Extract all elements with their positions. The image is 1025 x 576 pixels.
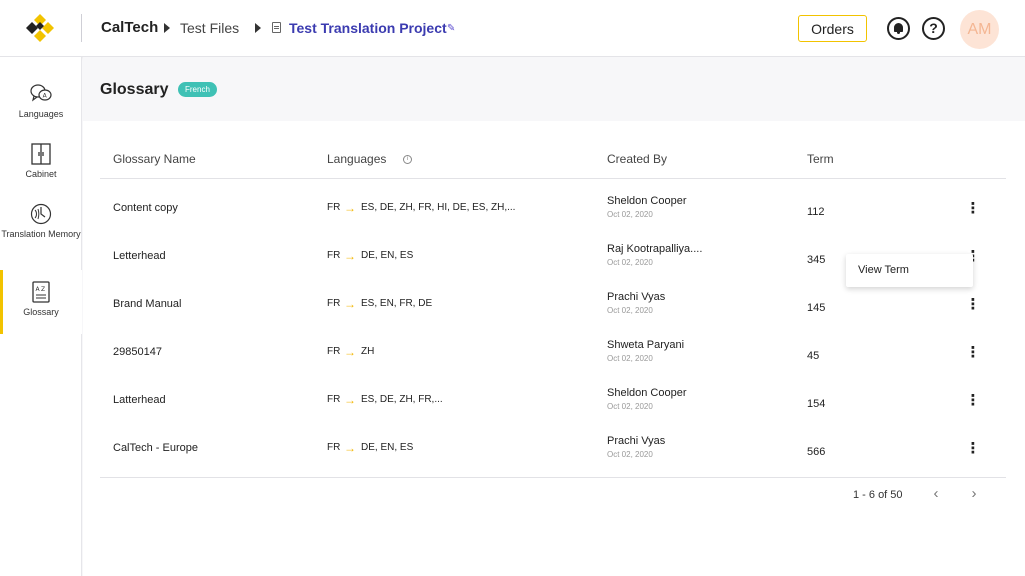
term-count: 112 bbox=[807, 206, 825, 218]
more-options-icon[interactable]: ⋮ bbox=[963, 392, 983, 412]
glossary-name: Brand Manual bbox=[113, 298, 182, 310]
sidebar-item-label: Translation Memory bbox=[1, 229, 81, 239]
more-options-icon[interactable]: ⋮ bbox=[963, 344, 983, 364]
chevron-left-icon[interactable]: ‹ bbox=[928, 486, 944, 504]
source-language: FR bbox=[327, 346, 341, 357]
target-languages: ES, EN, FR, DE bbox=[361, 298, 433, 309]
sidebar-item-label: Glossary bbox=[23, 307, 59, 317]
glossary-name: CalTech - Europe bbox=[113, 442, 198, 454]
translation-memory-icon bbox=[30, 203, 52, 225]
table-row[interactable]: Brand Manual FR → ES, EN, FR, DE Prachi … bbox=[100, 282, 1006, 330]
table-row[interactable]: Content copy FR → ES, DE, ZH, FR, HI, DE… bbox=[100, 186, 1006, 234]
glossary-name: Letterhead bbox=[113, 250, 166, 262]
sidebar-item-translation-memory[interactable]: Translation Memory bbox=[0, 202, 82, 239]
column-header-glossary-name[interactable]: Glossary Name bbox=[113, 152, 196, 166]
column-header-languages[interactable]: Languages bbox=[327, 152, 386, 166]
glossary-name: 29850147 bbox=[113, 346, 162, 358]
row-context-menu: View Term bbox=[846, 254, 973, 287]
glossary-name: Content copy bbox=[113, 202, 178, 214]
caret-right-icon bbox=[164, 23, 170, 33]
created-date: Oct 02, 2020 bbox=[607, 354, 653, 363]
source-language: FR bbox=[327, 250, 341, 261]
page-header bbox=[83, 57, 1025, 121]
breadcrumb-root[interactable]: CalTech bbox=[101, 19, 158, 37]
term-count: 154 bbox=[807, 398, 826, 410]
arrow-right-icon: → bbox=[344, 393, 356, 407]
created-by-name: Shweta Paryani bbox=[607, 339, 685, 351]
target-languages: ES, DE, ZH, FR,... bbox=[361, 394, 443, 405]
svg-text:A: A bbox=[36, 286, 41, 293]
languages-icon: A bbox=[30, 84, 52, 102]
sidebar-item-languages[interactable]: A Languages bbox=[0, 82, 82, 119]
svg-text:Z: Z bbox=[41, 286, 45, 293]
sidebar-item-label: Languages bbox=[18, 109, 64, 119]
term-count: 145 bbox=[807, 302, 826, 314]
target-languages: DE, EN, ES bbox=[361, 442, 414, 453]
source-language: FR bbox=[327, 202, 341, 213]
sidebar-item-cabinet[interactable]: Cabinet bbox=[0, 142, 82, 179]
target-languages: DE, EN, ES bbox=[361, 250, 414, 261]
header-divider bbox=[81, 14, 82, 42]
arrow-right-icon: → bbox=[344, 441, 356, 455]
view-term-menu-item[interactable]: View Term bbox=[858, 264, 909, 276]
created-date: Oct 02, 2020 bbox=[607, 450, 653, 459]
document-icon bbox=[272, 22, 281, 33]
term-count: 45 bbox=[807, 350, 820, 362]
source-language: FR bbox=[327, 298, 341, 309]
language-badge: French bbox=[178, 82, 217, 97]
created-date: Oct 02, 2020 bbox=[607, 210, 653, 219]
top-bar: CalTech Test Files Test Translation Proj… bbox=[0, 0, 1025, 57]
target-languages: ES, DE, ZH, FR, HI, DE, ES, ZH,... bbox=[361, 202, 516, 213]
created-by-name: Prachi Vyas bbox=[607, 435, 666, 447]
sidebar-item-label: Cabinet bbox=[25, 169, 57, 179]
created-date: Oct 02, 2020 bbox=[607, 258, 653, 267]
breadcrumb-project[interactable]: Test Translation Project bbox=[289, 19, 447, 37]
created-by-name: Sheldon Cooper bbox=[607, 195, 687, 207]
breadcrumb-test-files[interactable]: Test Files bbox=[180, 19, 239, 37]
created-date: Oct 02, 2020 bbox=[607, 306, 653, 315]
column-header-term[interactable]: Term bbox=[807, 152, 834, 166]
column-header-created-by[interactable]: Created By bbox=[607, 152, 667, 166]
page-title: Glossary bbox=[100, 81, 169, 98]
arrow-right-icon: → bbox=[344, 249, 356, 263]
arrow-right-icon: → bbox=[344, 297, 356, 311]
created-date: Oct 02, 2020 bbox=[607, 402, 653, 411]
table-footer-divider bbox=[100, 477, 1006, 478]
table-row[interactable]: CalTech - Europe FR → DE, EN, ES Prachi … bbox=[100, 426, 1006, 474]
term-count: 345 bbox=[807, 254, 826, 266]
avatar[interactable]: AM bbox=[960, 10, 999, 49]
more-options-icon[interactable]: ⋮ bbox=[963, 200, 983, 220]
edit-pencil-icon[interactable]: ✎ bbox=[447, 23, 455, 34]
created-by-name: Raj Kootrapalliya.... bbox=[607, 243, 703, 255]
table-row[interactable]: 29850147 FR → ZH Shweta Paryani Oct 02, … bbox=[100, 330, 1006, 378]
arrow-right-icon: → bbox=[344, 345, 356, 359]
info-icon[interactable]: i bbox=[403, 155, 412, 164]
arrow-right-icon: → bbox=[344, 201, 356, 215]
table-header-divider bbox=[100, 178, 1006, 179]
term-count: 566 bbox=[807, 446, 826, 458]
target-languages: ZH bbox=[361, 346, 375, 357]
source-language: FR bbox=[327, 394, 341, 405]
chevron-right-icon[interactable]: › bbox=[966, 486, 982, 504]
notification-bell-icon[interactable] bbox=[887, 17, 910, 40]
created-by-name: Prachi Vyas bbox=[607, 291, 666, 303]
glossary-name: Latterhead bbox=[113, 394, 166, 406]
orders-button[interactable]: Orders bbox=[798, 15, 867, 42]
caret-right-icon bbox=[255, 23, 261, 33]
more-options-icon[interactable]: ⋮ bbox=[963, 296, 983, 316]
created-by-name: Sheldon Cooper bbox=[607, 387, 687, 399]
help-icon[interactable]: ? bbox=[922, 17, 945, 40]
pagination-range: 1 - 6 of 50 bbox=[853, 489, 903, 501]
app-logo-icon[interactable] bbox=[24, 12, 56, 44]
sidebar-item-glossary[interactable]: A Z Glossary bbox=[0, 270, 82, 334]
cabinet-icon bbox=[31, 143, 51, 165]
more-options-icon[interactable]: ⋮ bbox=[963, 440, 983, 460]
sidebar: A Languages Cabinet Translation Memory A… bbox=[0, 57, 82, 576]
table-row[interactable]: Latterhead FR → ES, DE, ZH, FR,... Sheld… bbox=[100, 378, 1006, 426]
source-language: FR bbox=[327, 442, 341, 453]
glossary-icon: A Z bbox=[32, 281, 50, 303]
